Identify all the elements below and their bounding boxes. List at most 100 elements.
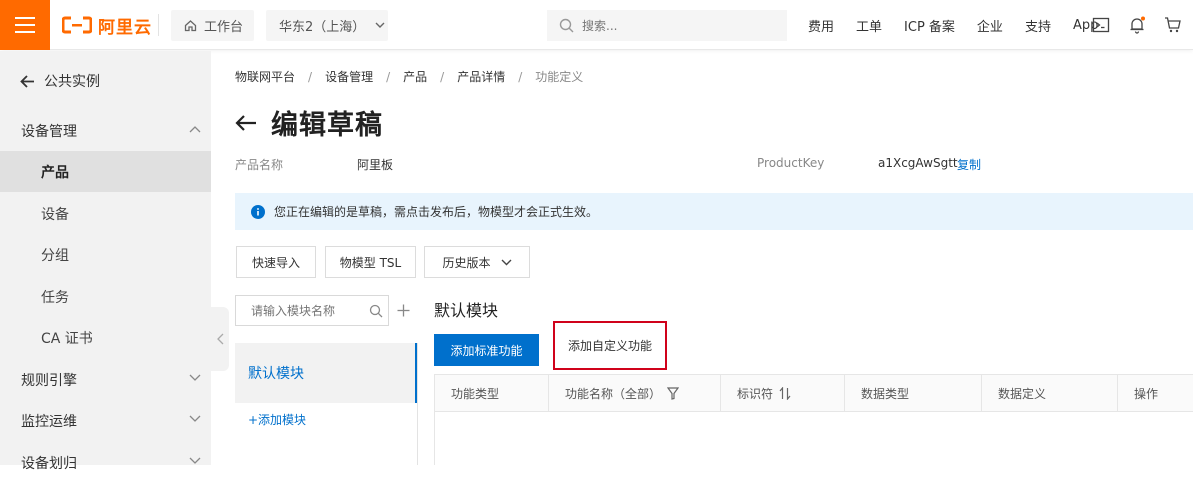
page-title: 编辑草稿	[271, 110, 383, 141]
product-name-value: 阿里板	[357, 158, 394, 172]
module-search[interactable]	[235, 295, 389, 326]
search-input[interactable]	[582, 18, 772, 33]
breadcrumb-iot-platform[interactable]: 物联网平台	[235, 68, 295, 85]
workbench-button[interactable]: 工作台	[171, 10, 254, 41]
function-table-body	[434, 412, 1193, 465]
column-label: 操作	[1134, 387, 1159, 401]
column-function-name[interactable]: 功能名称（全部）	[549, 375, 721, 412]
section-title: 默认模块	[434, 301, 499, 320]
column-label: 功能类型	[451, 387, 500, 401]
module-item-default[interactable]: 默认模块	[235, 343, 417, 403]
column-label: 数据定义	[998, 387, 1047, 401]
module-item-label: 默认模块	[248, 366, 304, 382]
sidebar: 公共实例 设备管理 产品 设备 分组 任务 CA 证书 规则引擎 监控运维 设备…	[0, 51, 211, 472]
link-billing[interactable]: 费用	[808, 16, 834, 35]
breadcrumb-product[interactable]: 产品	[403, 68, 427, 85]
global-search[interactable]	[547, 10, 787, 41]
workbench-label: 工作台	[204, 20, 244, 35]
add-module-link[interactable]: +添加模块	[248, 411, 306, 428]
button-label: 物模型 TSL	[339, 255, 402, 270]
breadcrumb-current: 功能定义	[535, 70, 584, 84]
search-icon	[559, 18, 574, 33]
button-label: 历史版本	[442, 255, 491, 270]
chevron-down-icon	[501, 259, 511, 265]
column-data-definition: 数据定义	[982, 375, 1118, 412]
aliyun-logo[interactable]: 阿里云	[62, 14, 152, 38]
add-custom-function-button[interactable]: 添加自定义功能	[553, 321, 667, 370]
tsl-button[interactable]: 物模型 TSL	[325, 246, 416, 278]
top-navbar: 阿里云 工作台 华东2（上海） 费用 工单 ICP 备案 企业 支持 App	[0, 0, 1193, 50]
history-version-dropdown[interactable]: 历史版本	[424, 246, 530, 278]
product-key-label: ProductKey	[757, 156, 825, 170]
module-search-input[interactable]	[251, 303, 361, 318]
column-data-type: 数据类型	[845, 375, 982, 412]
breadcrumb-device-management[interactable]: 设备管理	[325, 68, 373, 85]
button-label: 添加自定义功能	[567, 339, 652, 353]
breadcrumb-product-detail[interactable]: 产品详情	[457, 68, 505, 85]
link-enterprise[interactable]: 企业	[977, 16, 1003, 35]
link-support[interactable]: 支持	[1025, 16, 1051, 35]
sidebar-item-label: 设备	[41, 206, 69, 223]
region-label: 华东2（上海）	[279, 20, 366, 35]
sidebar-group-label: 设备划归	[21, 455, 77, 472]
brand-name: 阿里云	[98, 17, 152, 38]
back-arrow-icon[interactable]	[235, 114, 257, 132]
chevron-down-icon	[375, 22, 385, 28]
search-icon[interactable]	[369, 304, 383, 318]
divider	[417, 343, 418, 465]
copy-link[interactable]: 复制	[957, 156, 981, 173]
sidebar-item-label: 任务	[41, 289, 69, 306]
button-label: 快速导入	[251, 255, 300, 270]
sidebar-item-label: 分组	[41, 247, 69, 264]
filter-icon[interactable]	[667, 387, 680, 400]
top-links: 费用 工单 ICP 备案 企业 支持 App	[808, 0, 1120, 50]
sidebar-back-button[interactable]: 公共实例	[20, 71, 100, 91]
column-label: 功能名称（全部）	[565, 387, 662, 401]
chevron-up-icon	[189, 126, 201, 133]
sidebar-collapse-handle[interactable]	[211, 307, 229, 371]
chevron-down-icon	[189, 457, 201, 464]
sidebar-item-ca-cert[interactable]: CA 证书	[0, 317, 211, 358]
sidebar-item-label: CA 证书	[41, 330, 93, 347]
cart-icon[interactable]	[1164, 16, 1182, 34]
bell-icon[interactable]	[1128, 16, 1146, 34]
sidebar-item-label: 产品	[41, 164, 69, 181]
sidebar-item-group[interactable]: 分组	[0, 234, 211, 275]
sidebar-group-label: 规则引擎	[21, 372, 77, 389]
home-icon	[184, 20, 197, 32]
sidebar-group-rule-engine[interactable]: 规则引擎	[0, 359, 211, 400]
column-function-type: 功能类型	[435, 375, 549, 412]
sidebar-item-product[interactable]: 产品	[0, 151, 211, 192]
info-icon	[251, 204, 265, 219]
quick-import-button[interactable]: 快速导入	[236, 246, 316, 278]
add-standard-function-button[interactable]: 添加标准功能	[434, 334, 539, 366]
notice-text: 您正在编辑的是草稿，需点击发布后，物模型才会正式生效。	[274, 205, 599, 219]
draft-notice: 您正在编辑的是草稿，需点击发布后，物模型才会正式生效。	[235, 193, 1193, 230]
product-key-value: a1XcgAwSgtt	[878, 156, 958, 170]
breadcrumb: 物联网平台 / 设备管理 / 产品 / 产品详情 / 功能定义	[235, 68, 584, 85]
sort-icon[interactable]	[779, 387, 791, 400]
page-header: 编辑草稿	[235, 103, 383, 142]
sidebar-back-label: 公共实例	[44, 74, 100, 90]
region-selector[interactable]: 华东2（上海）	[266, 10, 388, 41]
column-identifier[interactable]: 标识符	[721, 375, 845, 412]
plus-icon[interactable]	[397, 304, 410, 317]
terminal-icon[interactable]	[1092, 16, 1110, 34]
function-table-header: 功能类型 功能名称（全部） 标识符 数据类型 数据定义 操作	[434, 374, 1193, 412]
menu-icon[interactable]	[0, 0, 50, 50]
sidebar-item-device[interactable]: 设备	[0, 193, 211, 234]
sidebar-item-task[interactable]: 任务	[0, 276, 211, 317]
column-actions: 操作	[1118, 375, 1193, 412]
sidebar-group-label: 设备管理	[21, 123, 77, 140]
link-tickets[interactable]: 工单	[856, 16, 882, 35]
sidebar-group-label: 监控运维	[21, 413, 77, 430]
chevron-down-icon	[189, 415, 201, 422]
chevron-down-icon	[189, 374, 201, 381]
button-label: 添加标准功能	[450, 343, 523, 358]
sidebar-group-device-management[interactable]: 设备管理	[0, 110, 211, 151]
sidebar-group-monitoring[interactable]: 监控运维	[0, 400, 211, 441]
aliyun-logo-icon	[62, 16, 92, 34]
column-label: 数据类型	[861, 387, 910, 401]
link-icp[interactable]: ICP 备案	[904, 16, 955, 35]
sidebar-group-device-assignment[interactable]: 设备划归	[0, 442, 211, 483]
